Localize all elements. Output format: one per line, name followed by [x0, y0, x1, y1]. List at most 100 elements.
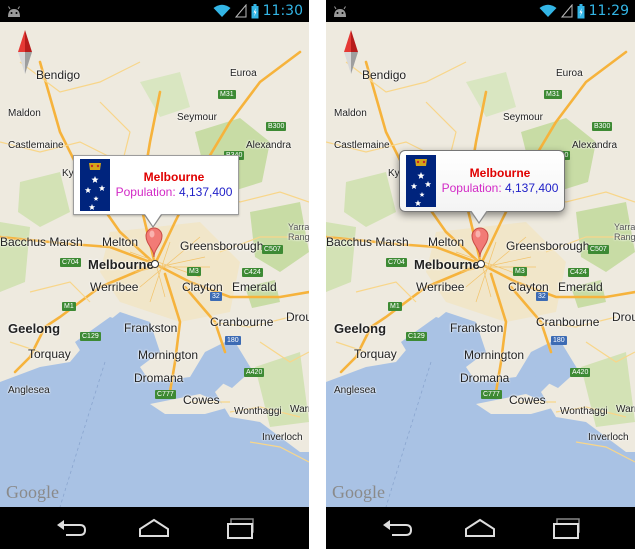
info-window-title: Melbourne: [143, 170, 205, 184]
status-clock: 11:29: [588, 3, 629, 19]
compass-icon[interactable]: [16, 30, 34, 74]
shield-c777: C777: [155, 390, 176, 399]
shield-180: 180: [551, 336, 567, 345]
map-marker-icon[interactable]: [145, 227, 163, 257]
map-label-melbourne: Melbourne: [414, 257, 480, 272]
shield-c424: C424: [568, 268, 589, 277]
status-bar: 11:30: [0, 0, 309, 22]
shield-c507: C507: [262, 245, 283, 254]
android-debug-icon: [8, 6, 20, 17]
map-label-drouin: Drouin: [286, 310, 309, 324]
map-label-inverloch: Inverloch: [262, 432, 303, 443]
map-label-melbourne: Melbourne: [88, 257, 154, 272]
home-icon[interactable]: [463, 516, 497, 540]
map-label-cowes: Cowes: [183, 393, 220, 407]
australian-flag-image: [80, 159, 110, 211]
map-label-euroa: Euroa: [230, 68, 257, 79]
map-label-maldon: Maldon: [8, 108, 41, 119]
map-label-melton: Melton: [102, 235, 139, 249]
recent-apps-icon[interactable]: [551, 516, 585, 540]
compass-icon[interactable]: [342, 30, 360, 74]
melbourne-city-dot: [477, 260, 485, 268]
shield-m1: M1: [388, 302, 402, 311]
map-label-euroa: Euroa: [556, 68, 583, 79]
map-label-drouin: Drouin: [612, 310, 635, 324]
population-label: Population:: [115, 185, 176, 199]
map-view[interactable]: Bendigo Euroa Maldon Seymour Castlemaine…: [326, 22, 635, 507]
info-window-population: Population: 4,137,400: [110, 185, 238, 200]
population-label: Population:: [441, 181, 502, 195]
navigation-bar: [326, 507, 635, 549]
shield-180: 180: [225, 336, 241, 345]
shield-m1: M1: [62, 302, 76, 311]
map-label-castlemaine: Castlemaine: [334, 140, 390, 151]
map-label-seymour: Seymour: [503, 112, 544, 123]
status-clock: 11:30: [262, 3, 303, 19]
map-label-werribee: Werribee: [90, 280, 139, 294]
map-marker-icon[interactable]: [471, 227, 489, 257]
map-label-yarra-ranges: Yarra Ranges: [288, 222, 309, 242]
map-label-wonthaggi: Wonthaggi: [234, 406, 282, 417]
map-label-maldon: Maldon: [334, 108, 367, 119]
map-label-cranbourne: Cranbourne: [210, 315, 274, 329]
map-label-mornington: Mornington: [138, 348, 199, 362]
melbourne-city-dot: [151, 260, 159, 268]
shield-m31: M31: [544, 90, 562, 99]
map-label-anglesea: Anglesea: [334, 385, 376, 396]
map-label-kyneton: Ky: [388, 168, 400, 179]
battery-charging-icon: [577, 3, 585, 18]
google-logo: Google: [6, 482, 59, 502]
shield-b300: B300: [266, 122, 287, 131]
map-label-torquay: Torquay: [354, 347, 397, 361]
map-label-bendigo: Bendigo: [36, 68, 81, 82]
shield-c424: C424: [242, 268, 263, 277]
map-label-werribee: Werribee: [416, 280, 465, 294]
map-label-alexandra: Alexandra: [572, 140, 618, 151]
marker-info-window[interactable]: Melbourne Population: 4,137,400: [399, 150, 565, 212]
info-window-text: Melbourne Population: 4,137,400: [110, 170, 238, 200]
map-label-wonthaggi: Wonthaggi: [560, 406, 608, 417]
info-window-population: Population: 4,137,400: [436, 181, 564, 196]
population-value: 4,137,400: [505, 181, 559, 195]
shield-c704: C704: [386, 258, 407, 267]
map-label-yarra-ranges: Yarra Ranges: [614, 222, 635, 242]
shield-a420: A420: [244, 368, 265, 377]
map-label-melton: Melton: [428, 235, 465, 249]
navigation-bar: [0, 507, 309, 549]
shield-m3: M3: [187, 267, 201, 276]
shield-32: 32: [536, 292, 548, 301]
map-label-frankston: Frankston: [124, 321, 178, 335]
signal-icon: [560, 4, 573, 18]
battery-charging-icon: [251, 3, 259, 18]
map-label-bacchus-marsh: Bacchus Marsh: [0, 235, 83, 249]
shield-c129: C129: [406, 332, 427, 341]
map-label-mornington: Mornington: [464, 348, 525, 362]
map-label-dromana: Dromana: [134, 371, 184, 385]
back-icon[interactable]: [380, 516, 414, 540]
map-view[interactable]: Bendigo Euroa Maldon Seymour Castlemaine…: [0, 22, 309, 507]
map-label-cowes: Cowes: [509, 393, 546, 407]
recent-apps-icon[interactable]: [225, 516, 259, 540]
map-label-frankston: Frankston: [450, 321, 504, 335]
info-window-text: Melbourne Population: 4,137,400: [436, 166, 564, 196]
wifi-icon: [539, 4, 557, 17]
map-label-warrag: Warra: [616, 404, 635, 415]
wifi-icon: [213, 4, 231, 17]
map-label-dromana: Dromana: [460, 371, 510, 385]
map-label-anglesea: Anglesea: [8, 385, 50, 396]
map-label-kyneton: Ky: [62, 168, 74, 179]
home-icon[interactable]: [137, 516, 171, 540]
state-flag-icon: [80, 159, 110, 211]
shield-c129: C129: [80, 332, 101, 341]
map-label-bacchus-marsh: Bacchus Marsh: [326, 235, 409, 249]
map-label-emerald: Emerald: [232, 280, 277, 294]
shield-c704: C704: [60, 258, 81, 267]
back-icon[interactable]: [54, 516, 88, 540]
marker-info-window[interactable]: Melbourne Population: 4,137,400: [73, 155, 239, 215]
map-label-cranbourne: Cranbourne: [536, 315, 600, 329]
google-logo: Google: [332, 482, 385, 502]
map-label-castlemaine: Castlemaine: [8, 140, 64, 151]
info-window-tail: [471, 210, 487, 222]
map-label-warrag: Warra: [290, 404, 309, 415]
shield-m3: M3: [513, 267, 527, 276]
